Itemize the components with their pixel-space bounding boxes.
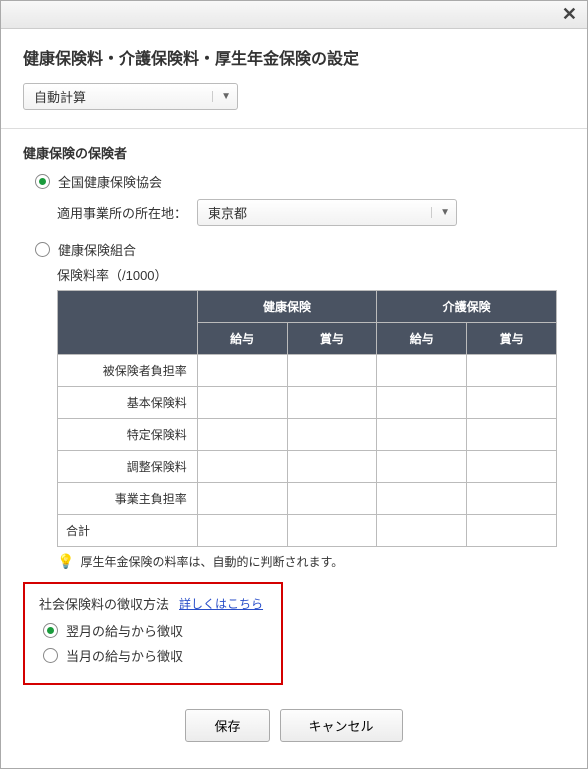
lightbulb-icon: 💡 [57,553,74,570]
calc-mode-select[interactable]: 自動計算 ▼ [23,83,238,110]
calc-mode-value: 自動計算 [34,87,204,106]
details-link[interactable]: 詳しくはこちら [179,595,263,612]
col-bonus: 賞与 [467,323,557,355]
collection-title: 社会保険料の徴収方法 [39,594,169,613]
insurer-section-title: 健康保険の保険者 [23,143,565,162]
radio-checked-icon [43,623,58,638]
table-row: 被保険者負担率 [58,355,557,387]
divider [1,128,587,129]
location-row: 適用事業所の所在地： 東京都 ▼ [57,199,565,226]
insurer-option-kumiai[interactable]: 健康保険組合 [35,240,565,259]
pension-note: 💡 厚生年金保険の料率は、自動的に判断されます。 [57,553,565,570]
button-row: 保存 キャンセル [23,699,565,758]
location-value: 東京都 [208,203,423,222]
table-row: 基本保険料 [58,387,557,419]
col-salary: 給与 [197,323,287,355]
col-salary: 給与 [377,323,467,355]
location-select[interactable]: 東京都 ▼ [197,199,457,226]
save-button[interactable]: 保存 [185,709,269,742]
collection-option-next-label: 翌月の給与から徴収 [66,621,183,640]
close-icon[interactable]: ✕ [558,4,581,25]
location-label: 適用事業所の所在地： [57,203,187,222]
col-health: 健康保険 [197,291,377,323]
rate-table-label: 保険料率（/1000） [57,265,565,284]
insurer-option-kyokai[interactable]: 全国健康保険協会 [35,172,565,191]
cancel-button[interactable]: キャンセル [280,709,403,742]
pension-note-text: 厚生年金保険の料率は、自動的に判断されます。 [80,553,343,570]
radio-unchecked-icon [35,242,50,257]
chevron-down-icon: ▼ [212,91,231,102]
titlebar: ✕ [1,1,587,29]
collection-option-this-label: 当月の給与から徴収 [66,646,183,665]
table-row: 事業主負担率 [58,483,557,515]
dialog-content: 健康保険料・介護保険料・厚生年金保険の設定 自動計算 ▼ 健康保険の保険者 全国… [1,29,587,768]
table-row: 合計 [58,515,557,547]
insurer-option-kyokai-label: 全国健康保険協会 [58,172,162,191]
col-bonus: 賞与 [287,323,377,355]
table-row: 特定保険料 [58,419,557,451]
collection-option-this[interactable]: 当月の給与から徴収 [43,646,267,665]
radio-unchecked-icon [43,648,58,663]
table-row: 調整保険料 [58,451,557,483]
insurer-option-kumiai-label: 健康保険組合 [58,240,136,259]
rate-table: 健康保険 介護保険 給与 賞与 給与 賞与 被保険者負担率 基本保険料 特定保険… [57,290,557,547]
chevron-down-icon: ▼ [431,207,450,218]
col-care: 介護保険 [377,291,557,323]
collection-option-next[interactable]: 翌月の給与から徴収 [43,621,267,640]
settings-dialog: ✕ 健康保険料・介護保険料・厚生年金保険の設定 自動計算 ▼ 健康保険の保険者 … [0,0,588,769]
dialog-title: 健康保険料・介護保険料・厚生年金保険の設定 [23,45,565,69]
radio-checked-icon [35,174,50,189]
collection-method-box: 社会保険料の徴収方法 詳しくはこちら 翌月の給与から徴収 当月の給与から徴収 [23,582,283,685]
